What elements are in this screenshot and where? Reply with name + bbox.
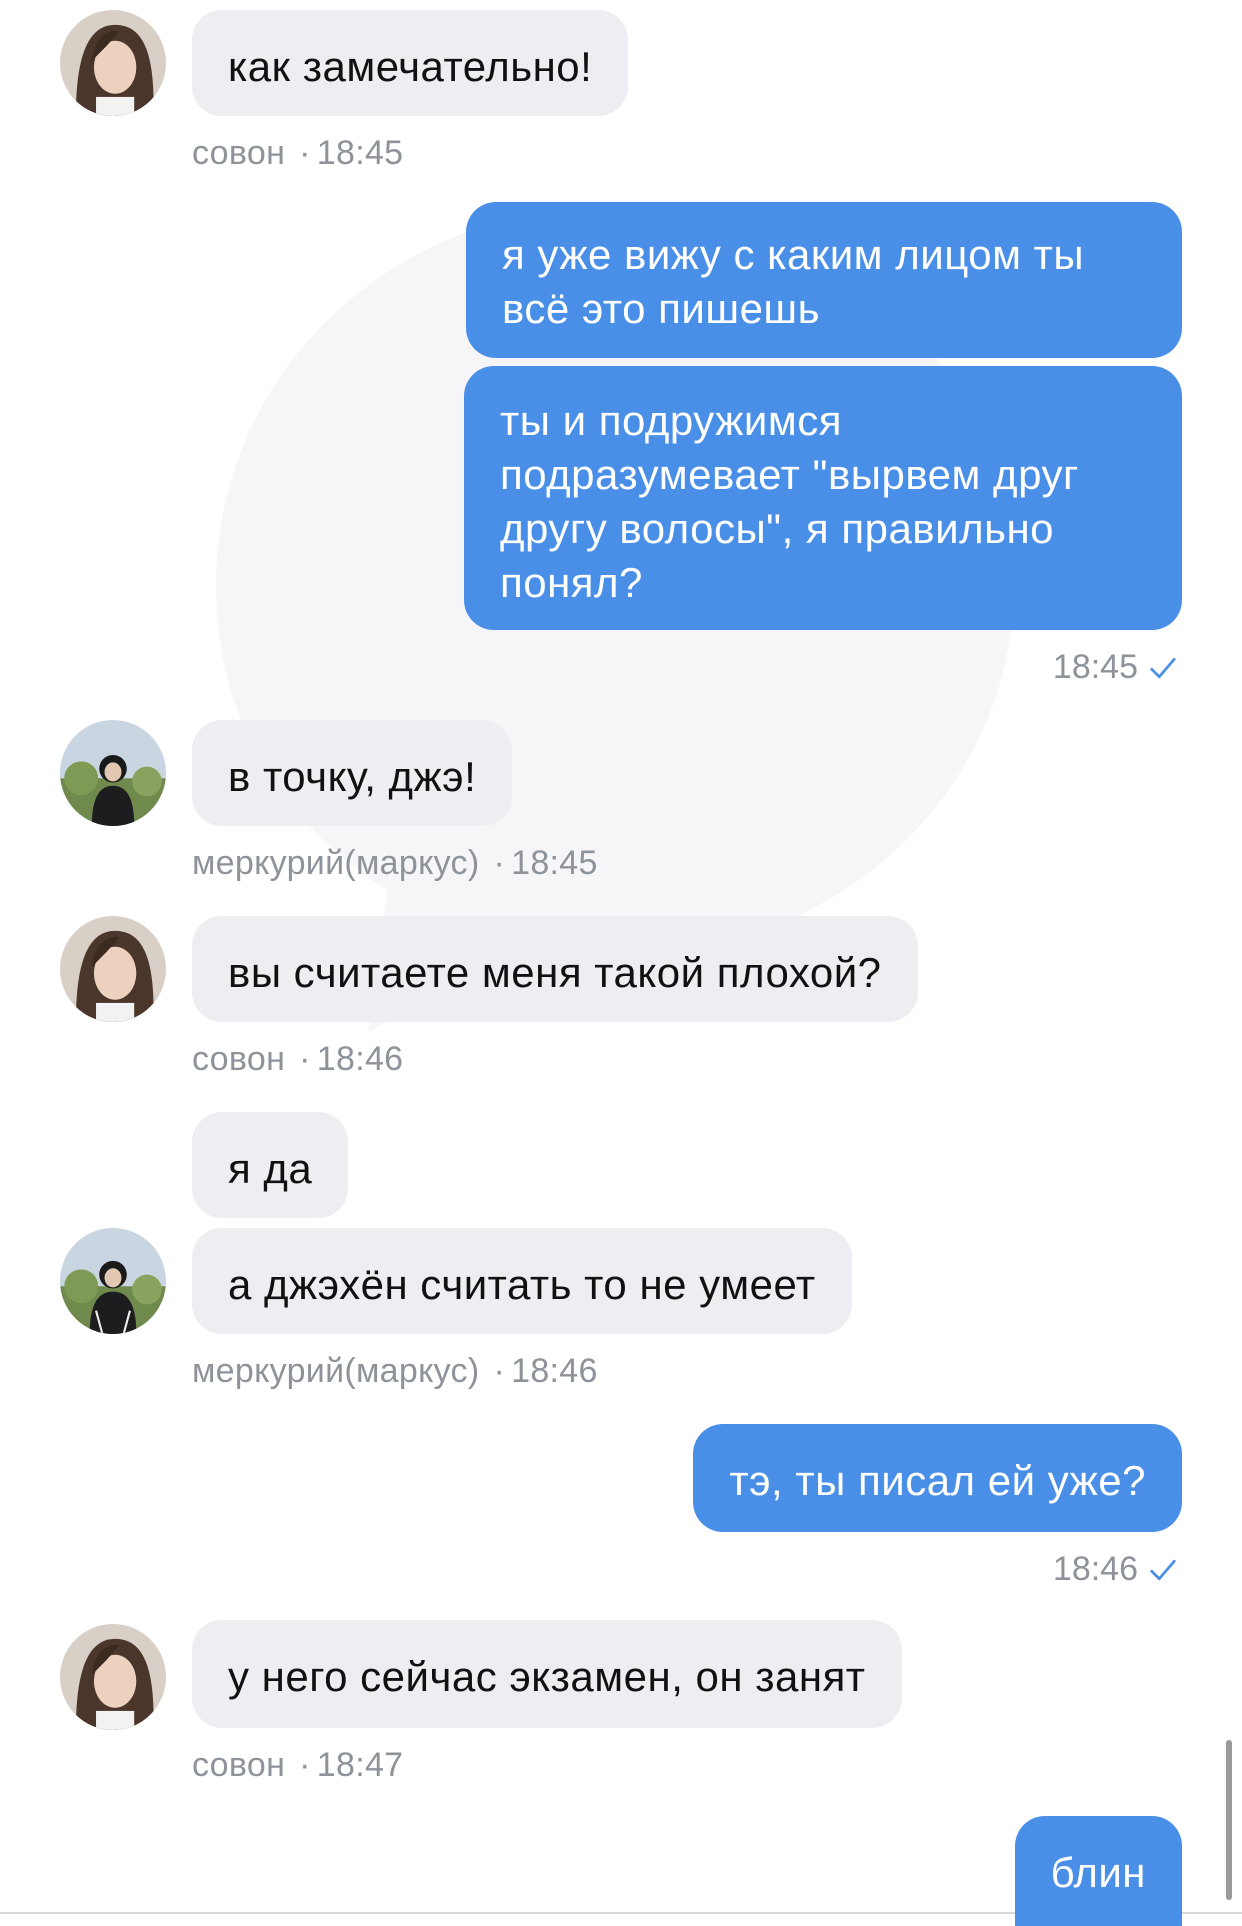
girl-avatar-icon xyxy=(60,10,166,116)
message-bubble-incoming[interactable]: в точку, джэ! xyxy=(192,720,513,826)
message-time: 18:46 xyxy=(316,1040,404,1078)
girl-avatar[interactable] xyxy=(60,1624,166,1730)
boy-avatar-icon xyxy=(60,1228,166,1334)
girl-avatar-icon xyxy=(60,916,166,1022)
message-meta: меркурий(маркус) · 18:45 xyxy=(192,844,598,882)
message-text: у него сейчас экзамен, он занят xyxy=(228,1653,866,1700)
author-name[interactable]: совон xyxy=(192,1746,285,1784)
girl-avatar-icon xyxy=(60,1624,166,1730)
girl-avatar[interactable] xyxy=(60,916,166,1022)
author-name[interactable]: меркурий(маркус) xyxy=(192,844,479,882)
boy-avatar[interactable] xyxy=(60,720,166,826)
boy-avatar-icon xyxy=(60,720,166,826)
message-bubble-outgoing[interactable]: блин xyxy=(1014,1816,1182,1926)
message-time: 18:45 xyxy=(1052,648,1138,686)
message-bubble-incoming[interactable]: как замечательно! xyxy=(192,10,629,116)
scrollbar[interactable] xyxy=(1226,1740,1232,1900)
message-meta-outgoing: 18:46 xyxy=(1053,1550,1178,1589)
message-time: 18:45 xyxy=(511,844,598,882)
author-name[interactable]: меркурий(маркус) xyxy=(192,1352,479,1390)
girl-avatar[interactable] xyxy=(60,10,166,116)
message-meta: совон · 18:46 xyxy=(192,1040,404,1078)
read-check-icon xyxy=(1150,1559,1176,1580)
message-bubble-outgoing[interactable]: ты и подружимся подразумевает "вырвем др… xyxy=(464,366,1182,630)
message-meta: совон · 18:47 xyxy=(192,1746,404,1784)
message-time: 18:46 xyxy=(1052,1550,1138,1588)
message-time: 18:45 xyxy=(316,134,404,172)
message-time: 18:47 xyxy=(316,1746,404,1784)
message-text: вы считаете меня такой плохой? xyxy=(228,949,882,996)
message-meta: совон · 18:45 xyxy=(192,134,404,172)
read-check-icon xyxy=(1150,657,1176,678)
message-time: 18:46 xyxy=(511,1352,598,1390)
message-text: в точку, джэ! xyxy=(228,753,477,800)
message-text: ты и подружимся подразумевает "вырвем др… xyxy=(500,397,1079,606)
author-name[interactable]: совон xyxy=(192,1040,285,1078)
message-bubble-incoming[interactable]: я да xyxy=(192,1112,349,1218)
message-text: я да xyxy=(228,1145,313,1192)
boy-avatar[interactable] xyxy=(60,1228,166,1334)
message-bubble-incoming[interactable]: вы считаете меня такой плохой? xyxy=(192,916,918,1022)
message-bubble-outgoing[interactable]: я уже вижу с каким лицом ты всё это пише… xyxy=(466,202,1182,358)
message-text: тэ, ты писал ей уже? xyxy=(729,1457,1146,1504)
message-bubble-incoming[interactable]: у него сейчас экзамен, он занят xyxy=(192,1620,902,1728)
message-text: а джэхён считать то не умеет xyxy=(228,1261,816,1308)
author-name[interactable]: совон xyxy=(192,134,285,172)
message-bubble-outgoing[interactable]: тэ, ты писал ей уже? xyxy=(693,1424,1182,1532)
message-meta: меркурий(маркус) · 18:46 xyxy=(192,1352,598,1390)
message-text: я уже вижу с каким лицом ты всё это пише… xyxy=(502,231,1085,332)
message-meta-outgoing: 18:45 xyxy=(1053,648,1178,687)
message-bubble-incoming[interactable]: а джэхён считать то не умеет xyxy=(192,1228,852,1334)
message-text: как замечательно! xyxy=(228,43,593,90)
message-text: блин xyxy=(1050,1849,1146,1896)
message-list[interactable]: как замечательно! совон · 18:45 я уже вижу… xyxy=(0,0,1242,1926)
